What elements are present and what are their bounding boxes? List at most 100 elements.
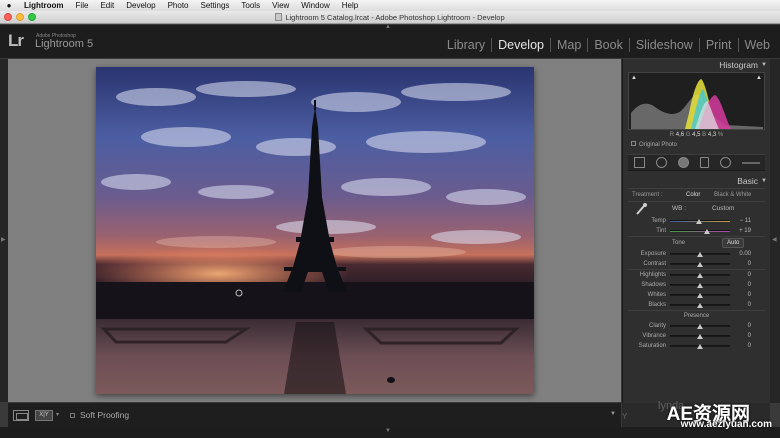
mac-menubar: ● Lightroom File Edit Develop Photo Sett… (0, 0, 780, 11)
basic-title: Basic (737, 176, 758, 186)
whites-value[interactable]: 0 (748, 290, 751, 300)
radial-filter-icon[interactable] (719, 157, 731, 168)
menu-file[interactable]: File (70, 1, 95, 10)
temp-knob[interactable] (695, 219, 702, 224)
whites-track[interactable] (670, 293, 730, 298)
contrast-track[interactable] (670, 262, 730, 267)
vibrance-knob[interactable] (697, 334, 703, 339)
basic-collapse-icon[interactable]: ▼ (761, 175, 767, 188)
blacks-knob[interactable] (697, 303, 703, 308)
menu-window[interactable]: Window (295, 1, 335, 10)
histogram-header[interactable]: Histogram ▼ (623, 59, 770, 72)
treatment-row: Treatment : Color Black & White (628, 189, 765, 201)
crop-tool-icon[interactable] (633, 157, 645, 168)
menu-settings[interactable]: Settings (195, 1, 236, 10)
wb-select[interactable]: Custom (712, 205, 734, 212)
menu-help[interactable]: Help (336, 1, 364, 10)
basic-header[interactable]: Basic ▼ (623, 175, 770, 188)
soft-proofing-label[interactable]: Soft Proofing (80, 410, 129, 420)
filmstrip-toggle-icon[interactable]: ▼ (385, 428, 391, 434)
menu-lightroom[interactable]: Lightroom (18, 1, 70, 10)
watermark-ghost-letter: Y (622, 412, 628, 421)
module-develop[interactable]: Develop (491, 38, 550, 52)
exposure-track[interactable] (670, 252, 730, 257)
right-panel: Histogram ▼ ▲ ▲ R 4,6 G 4,5 B 4,3 % Orig… (622, 59, 770, 403)
blacks-track[interactable] (670, 303, 730, 308)
menu-tools[interactable]: Tools (235, 1, 266, 10)
menu-view[interactable]: View (266, 1, 295, 10)
module-map[interactable]: Map (550, 38, 587, 52)
histogram-collapse-icon[interactable]: ▼ (761, 59, 767, 72)
module-library[interactable]: Library (441, 38, 491, 52)
clarity-slider-row: Clarity 0 (628, 321, 765, 331)
exposure-knob[interactable] (697, 252, 703, 257)
vibrance-value[interactable]: 0 (748, 331, 751, 341)
clarity-value[interactable]: 0 (748, 321, 751, 331)
highlights-track[interactable] (670, 273, 730, 278)
loupe-view-icon[interactable] (13, 410, 29, 421)
tint-track[interactable] (670, 229, 730, 234)
original-photo-checkbox[interactable] (631, 141, 636, 146)
vibrance-track[interactable] (670, 334, 730, 339)
toolbar-menu-icon[interactable]: ▼ (610, 411, 616, 417)
clarity-track[interactable] (670, 324, 730, 329)
lightroom-logo: Lr (8, 31, 24, 50)
minimize-window-button[interactable] (16, 13, 24, 21)
saturation-label: Saturation (638, 343, 666, 349)
exposure-value[interactable]: 0.00 (739, 249, 751, 259)
image-canvas[interactable] (8, 59, 621, 402)
tone-sliders: Exposure 0.00 Contrast 0 (623, 249, 770, 269)
tint-knob[interactable] (704, 229, 711, 234)
module-book[interactable]: Book (587, 38, 629, 52)
original-photo-toggle[interactable]: Original Photo (623, 140, 770, 150)
document-icon (275, 13, 283, 21)
close-window-button[interactable] (4, 13, 12, 21)
highlights-value[interactable]: 0 (748, 270, 751, 280)
auto-tone-button[interactable]: Auto (722, 238, 745, 248)
temp-track[interactable] (670, 219, 730, 224)
shadows-value[interactable]: 0 (748, 280, 751, 290)
shadows-slider-row: Shadows 0 (628, 280, 765, 290)
temp-value[interactable]: − 11 (740, 216, 751, 226)
menu-develop[interactable]: Develop (120, 1, 161, 10)
eyedropper-icon[interactable] (634, 202, 648, 216)
right-panel-toggle-icon[interactable]: ◀ (772, 236, 777, 243)
graduated-filter-icon[interactable] (699, 157, 709, 168)
top-panel-toggle-icon[interactable]: ▲ (385, 24, 391, 30)
saturation-track[interactable] (670, 344, 730, 349)
treatment-bw-button[interactable]: Black & White (714, 189, 751, 201)
shadows-track[interactable] (670, 283, 730, 288)
module-print[interactable]: Print (698, 38, 738, 52)
tint-value[interactable]: + 19 (739, 226, 751, 236)
view-dropdown-icon[interactable]: ▾ (56, 411, 59, 418)
spot-removal-icon[interactable] (655, 157, 667, 168)
highlight-clipping-icon[interactable]: ▲ (756, 75, 762, 81)
treatment-color-button[interactable]: Color (686, 189, 700, 201)
module-slideshow[interactable]: Slideshow (628, 38, 699, 52)
before-after-view-button[interactable]: X|Y (35, 410, 53, 421)
saturation-value[interactable]: 0 (748, 341, 751, 351)
develop-toolbar: X|Y ▾ Soft Proofing ▼ (8, 403, 621, 427)
whites-knob[interactable] (697, 293, 703, 298)
shadow-clipping-icon[interactable]: ▲ (631, 75, 637, 81)
red-eye-icon[interactable] (677, 157, 689, 168)
contrast-value[interactable]: 0 (748, 259, 751, 269)
highlights-knob[interactable] (697, 273, 703, 278)
zoom-window-button[interactable] (28, 13, 36, 21)
soft-proofing-checkbox[interactable] (70, 413, 75, 418)
shadows-knob[interactable] (697, 283, 703, 288)
adjustment-brush-icon[interactable] (741, 161, 760, 164)
eiffel-tower-photo[interactable] (96, 67, 534, 394)
contrast-knob[interactable] (697, 262, 703, 267)
saturation-knob[interactable] (697, 344, 703, 349)
histogram-graph[interactable]: ▲ ▲ (628, 72, 765, 130)
left-panel-collapsed (0, 59, 8, 402)
left-panel-toggle-icon[interactable]: ▶ (1, 236, 6, 243)
photo-artwork (96, 67, 534, 394)
apple-icon[interactable]: ● (0, 1, 18, 10)
menu-photo[interactable]: Photo (162, 1, 195, 10)
clarity-knob[interactable] (697, 324, 703, 329)
blacks-value[interactable]: 0 (748, 300, 751, 310)
module-web[interactable]: Web (737, 38, 776, 52)
menu-edit[interactable]: Edit (94, 1, 120, 10)
